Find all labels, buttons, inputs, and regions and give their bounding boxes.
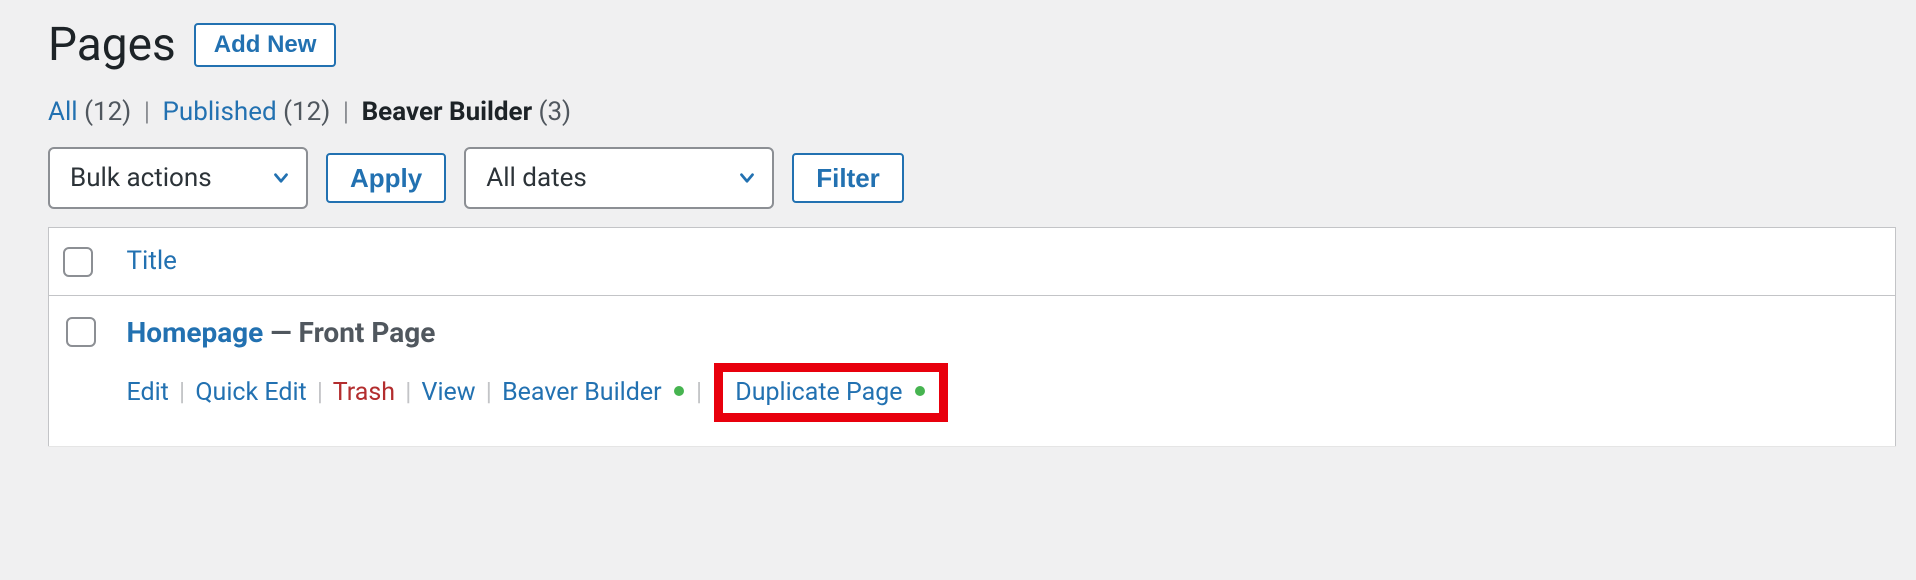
beaver-builder-link[interactable]: Beaver Builder — [502, 378, 661, 407]
duplicate-highlight: Duplicate Page — [714, 363, 947, 422]
row-checkbox[interactable] — [66, 317, 96, 347]
add-new-button[interactable]: Add New — [194, 23, 337, 67]
row-actions: Edit | Quick Edit | Trash | View | Beave… — [127, 363, 1882, 422]
filter-published-count: (12) — [283, 97, 330, 127]
select-all-checkbox[interactable] — [63, 247, 93, 277]
filter-separator: | — [144, 97, 150, 127]
status-dot-icon — [674, 386, 684, 396]
apply-button[interactable]: Apply — [326, 153, 446, 203]
chevron-down-icon — [270, 167, 292, 189]
edit-link[interactable]: Edit — [127, 378, 169, 407]
column-title-header[interactable]: Title — [113, 227, 1896, 295]
table-row: Homepage — Front Page Edit | Quick Edit … — [49, 295, 1896, 446]
bulk-actions-label: Bulk actions — [70, 163, 212, 193]
status-filters: All (12) | Published (12) | Beaver Build… — [48, 97, 1896, 127]
filter-beaver-count: (3) — [539, 97, 572, 127]
row-title-suffix: — Front Page — [263, 316, 435, 349]
pages-table: Title Homepage — Front Page Edit | Quick… — [48, 227, 1896, 447]
filter-published-link[interactable]: Published — [163, 97, 277, 127]
dates-label: All dates — [486, 163, 587, 193]
duplicate-page-link[interactable]: Duplicate Page — [735, 378, 902, 407]
bulk-actions-select[interactable]: Bulk actions — [48, 147, 308, 209]
filter-all-link[interactable]: All — [48, 97, 78, 127]
dates-select[interactable]: All dates — [464, 147, 774, 209]
filter-beaver-link[interactable]: Beaver Builder — [362, 97, 533, 127]
filter-separator: | — [343, 97, 349, 127]
column-title-sort-link[interactable]: Title — [127, 246, 177, 276]
quick-edit-link[interactable]: Quick Edit — [195, 378, 306, 407]
page-title: Pages — [48, 20, 176, 71]
status-dot-icon — [915, 386, 925, 396]
trash-link[interactable]: Trash — [333, 378, 395, 407]
filter-all-count: (12) — [84, 97, 131, 127]
chevron-down-icon — [736, 167, 758, 189]
view-link[interactable]: View — [422, 378, 476, 407]
filter-button[interactable]: Filter — [792, 153, 904, 203]
select-all-header — [49, 227, 113, 295]
row-title-link[interactable]: Homepage — [127, 316, 264, 349]
